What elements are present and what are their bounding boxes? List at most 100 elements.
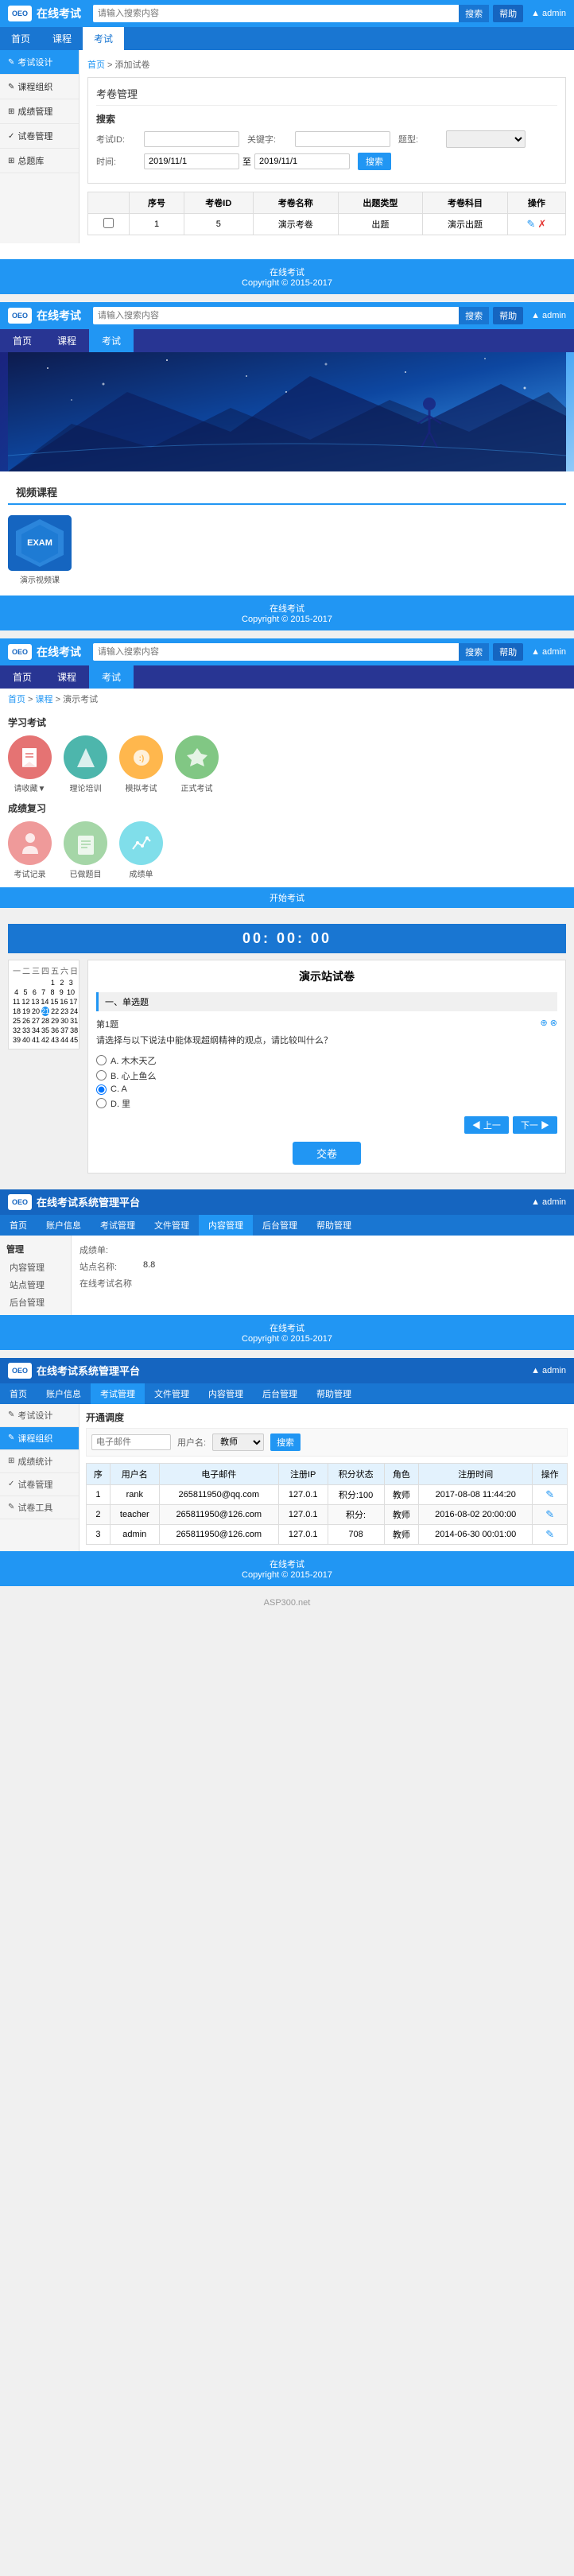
s4-submit-btn[interactable]: 交卷 xyxy=(293,1142,361,1165)
s6-nav-account[interactable]: 账户信息 xyxy=(37,1383,91,1404)
s1-sidebar-paper-mgmt[interactable]: ✓试卷管理 xyxy=(0,124,79,149)
s5-nav-account[interactable]: 账户信息 xyxy=(37,1215,91,1236)
s6-edit-icon-2[interactable]: ✎ xyxy=(545,1508,554,1520)
s3-icon-records[interactable]: 考试记录 xyxy=(8,821,52,879)
s6-filter-email-input[interactable] xyxy=(91,1434,171,1450)
s4-radio-b[interactable] xyxy=(96,1070,107,1080)
s3-bc-course[interactable]: 课程 xyxy=(36,695,53,704)
s6-sb-score-stats[interactable]: ⊞成绩统计 xyxy=(0,1450,79,1473)
s2-nav-course[interactable]: 课程 xyxy=(45,329,89,352)
s6-nav-backend[interactable]: 后台管理 xyxy=(253,1383,307,1404)
s1-search-submit-btn[interactable]: 搜索 xyxy=(358,153,391,170)
s1-help-button[interactable]: 帮助 xyxy=(493,5,523,22)
s4-radio-a[interactable] xyxy=(96,1055,107,1065)
s6-th-action: 操作 xyxy=(533,1463,568,1484)
s4-radio-c[interactable] xyxy=(96,1084,107,1095)
s5-nav-help[interactable]: 帮助管理 xyxy=(307,1215,361,1236)
s3-icon-formal[interactable]: 正式考试 xyxy=(175,735,219,793)
s2-header: OEO 在线考试 搜索 帮助 ▲ admin xyxy=(0,302,574,329)
s4-option-d: D. 里 xyxy=(96,1097,557,1110)
s3-icon-done[interactable]: 已做题目 xyxy=(64,821,107,879)
s6-nav-file[interactable]: 文件管理 xyxy=(145,1383,199,1404)
s3-search-button[interactable]: 搜索 xyxy=(459,643,489,661)
s3-nav-exam[interactable]: 考试 xyxy=(89,665,134,689)
s3-bc-home[interactable]: 首页 xyxy=(8,695,25,704)
s5-nav-home[interactable]: 首页 xyxy=(0,1215,37,1236)
s5-nav-content[interactable]: 内容管理 xyxy=(199,1215,253,1236)
s1-input-time-from[interactable] xyxy=(144,153,239,169)
s6-sb-course-org[interactable]: ✎课程组织 xyxy=(0,1427,79,1450)
s3-help-button[interactable]: 帮助 xyxy=(493,643,523,661)
s1-input-keyword[interactable] xyxy=(295,131,390,147)
s5-nav-exam[interactable]: 考试管理 xyxy=(91,1215,145,1236)
s2-nav-exam[interactable]: 考试 xyxy=(89,329,134,352)
s3-nav-course[interactable]: 课程 xyxy=(45,665,89,689)
s1-sidebar-score-mgmt[interactable]: ⊞成绩管理 xyxy=(0,99,79,124)
s2-search-button[interactable]: 搜索 xyxy=(459,307,489,324)
s1-nav-exam[interactable]: 考试 xyxy=(83,27,124,50)
s4-radio-d[interactable] xyxy=(96,1098,107,1108)
s2-help-button[interactable]: 帮助 xyxy=(493,307,523,324)
s6-td-action-1[interactable]: ✎ xyxy=(533,1484,568,1504)
s1-row-actions: ✎ ✗ xyxy=(507,214,565,235)
s3-icon-transcript[interactable]: 成绩单 xyxy=(119,821,163,879)
s4-next-btn[interactable]: 下一 ▶ xyxy=(513,1116,557,1134)
s2-banner-svg xyxy=(8,352,566,471)
s1-breadcrumb-home[interactable]: 首页 xyxy=(87,60,105,70)
s6-filter-role-select[interactable]: 教师 学员 管理员 xyxy=(212,1433,264,1451)
s6-edit-icon-3[interactable]: ✎ xyxy=(545,1528,554,1540)
s6-td-action-2[interactable]: ✎ xyxy=(533,1504,568,1524)
s5-sb-item-backend[interactable]: 后台管理 xyxy=(0,1294,71,1311)
s1-edit-icon[interactable]: ✎ xyxy=(526,218,535,230)
s1-row-name: 演示考卷 xyxy=(253,214,338,235)
s6-td-action-3[interactable]: ✎ xyxy=(533,1524,568,1544)
s6-sb-exam-design[interactable]: ✎考试设计 xyxy=(0,1404,79,1427)
s6-footer-name: 在线考试 xyxy=(6,1558,568,1570)
s6-nav-content[interactable]: 内容管理 xyxy=(199,1383,253,1404)
s6-user-badge[interactable]: ▲ admin xyxy=(531,1366,566,1375)
s2-banner xyxy=(0,352,574,471)
s6-nav-exam[interactable]: 考试管理 xyxy=(91,1383,145,1404)
s1-user-badge[interactable]: ▲ admin xyxy=(531,9,566,18)
s1-topnav: 首页 课程 考试 xyxy=(0,27,574,50)
s5-nav-file[interactable]: 文件管理 xyxy=(145,1215,199,1236)
s1-search-input[interactable] xyxy=(93,5,459,22)
s1-input-examid[interactable] xyxy=(144,131,239,147)
s3-user-badge[interactable]: ▲ admin xyxy=(531,647,566,657)
s1-row-check[interactable] xyxy=(103,218,114,228)
s3-icon-mock[interactable]: :) 模拟考试 xyxy=(119,735,163,793)
s1-input-time-to[interactable] xyxy=(254,153,350,169)
s5-nav-backend[interactable]: 后台管理 xyxy=(253,1215,307,1236)
s6-edit-icon-1[interactable]: ✎ xyxy=(545,1488,554,1500)
s6-filter-search-btn[interactable]: 搜索 xyxy=(270,1433,301,1451)
s3-icon-theory[interactable]: 理论培训 xyxy=(64,735,107,793)
s5-val-version: 8.8 xyxy=(143,1260,155,1273)
s2-course-card-1[interactable]: EXAM 演示视频课 xyxy=(8,515,72,585)
s6-sb-paper-mgmt[interactable]: ✓试卷管理 xyxy=(0,1473,79,1496)
s3-nav-home[interactable]: 首页 xyxy=(0,665,45,689)
s6-footer-copyright: Copyright © 2015-2017 xyxy=(6,1570,568,1580)
s2-search-input[interactable] xyxy=(93,307,459,324)
s6-td-time-2: 2016-08-02 20:00:00 xyxy=(419,1504,533,1524)
s1-sidebar-course-org[interactable]: ✎课程组织 xyxy=(0,75,79,99)
s6-nav-help[interactable]: 帮助管理 xyxy=(307,1383,361,1404)
s1-search-button[interactable]: 搜索 xyxy=(459,5,489,22)
s5-user-badge[interactable]: ▲ admin xyxy=(531,1197,566,1207)
s1-select-type[interactable] xyxy=(446,130,526,148)
s6-nav-home[interactable]: 首页 xyxy=(0,1383,37,1404)
s6-sb-paper-tools[interactable]: ✎试卷工具 xyxy=(0,1496,79,1519)
s4-prev-btn[interactable]: ◀ 上一 xyxy=(464,1116,509,1134)
s2-user-badge[interactable]: ▲ admin xyxy=(531,311,566,320)
s5-sb-item-site[interactable]: 站点管理 xyxy=(0,1276,71,1294)
s1-sidebar-question-bank[interactable]: ⊞总题库 xyxy=(0,149,79,173)
s3-start-exam-btn[interactable]: 开始考试 xyxy=(0,887,574,908)
s5-sb-item-content[interactable]: 内容管理 xyxy=(0,1259,71,1276)
s2-nav-home[interactable]: 首页 xyxy=(0,329,45,352)
s1-nav-home[interactable]: 首页 xyxy=(0,27,41,50)
s3-search-input[interactable] xyxy=(93,643,459,661)
s3-icon-bookmark[interactable]: 请收藏▼ xyxy=(8,735,52,793)
s1-sidebar-exam-design[interactable]: ✎考试设计 xyxy=(0,50,79,75)
s1-delete-icon[interactable]: ✗ xyxy=(537,218,546,230)
section1-exam-admin: OEO 在线考试 搜索 帮助 ▲ admin 首页 课程 考试 ✎考试设计 ✎课… xyxy=(0,0,574,294)
s1-nav-course[interactable]: 课程 xyxy=(41,27,83,50)
